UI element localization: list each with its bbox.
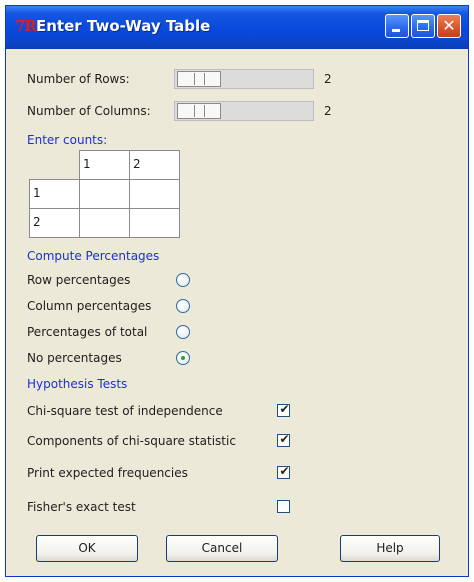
fishers-exact-test-checkbox[interactable] — [277, 500, 290, 513]
percentages-of-total-label: Percentages of total — [27, 325, 148, 339]
row-percentages-label: Row percentages — [27, 273, 131, 287]
count-cell-r1-c1[interactable] — [79, 179, 130, 209]
column-percentages-label: Column percentages — [27, 299, 152, 313]
maximize-icon — [417, 20, 429, 31]
window-title: Enter Two-Way Table — [36, 17, 211, 35]
close-button[interactable]: ✕ — [437, 14, 461, 38]
rows-slider[interactable] — [174, 69, 314, 89]
rows-label: Number of Rows: — [27, 72, 130, 86]
rows-slider-thumb[interactable] — [177, 71, 221, 87]
columns-slider-thumb[interactable] — [177, 103, 221, 119]
expected-frequencies-label: Print expected frequencies — [27, 466, 188, 480]
chi-square-test-label: Chi-square test of independence — [27, 404, 223, 418]
row-header-1[interactable]: 1 — [29, 179, 80, 209]
minimize-icon — [392, 29, 400, 32]
compute-percentages-heading: Compute Percentages — [27, 249, 160, 263]
r-logo-icon: 7R — [15, 17, 37, 35]
fishers-exact-test-label: Fisher's exact test — [27, 500, 136, 514]
no-percentages-radio[interactable] — [176, 351, 190, 365]
no-percentages-label: No percentages — [27, 351, 122, 365]
count-cell-r2-c1[interactable] — [79, 208, 130, 238]
chi-square-test-checkbox[interactable]: ✔ — [277, 402, 290, 417]
minimize-button[interactable] — [385, 14, 409, 38]
maximize-button[interactable] — [411, 14, 435, 38]
enter-counts-heading: Enter counts: — [27, 133, 108, 147]
close-icon: ✕ — [442, 16, 456, 35]
expected-frequencies-checkbox[interactable]: ✔ — [277, 464, 290, 479]
count-cell-r1-c2[interactable] — [129, 179, 180, 209]
row-header-2[interactable]: 2 — [29, 208, 80, 238]
check-icon: ✔ — [279, 464, 290, 478]
columns-value: 2 — [324, 104, 332, 118]
check-icon: ✔ — [279, 432, 290, 446]
chi-square-components-label: Components of chi-square statistic — [27, 434, 236, 448]
chi-square-components-checkbox[interactable]: ✔ — [277, 432, 290, 447]
column-header-2[interactable]: 2 — [129, 150, 180, 180]
hypothesis-tests-heading: Hypothesis Tests — [27, 377, 128, 391]
help-button[interactable]: Help — [340, 535, 440, 562]
column-header-1[interactable]: 1 — [79, 150, 130, 180]
enter-two-way-table-dialog: 7R Enter Two-Way Table ✕ Number of Rows:… — [5, 5, 469, 577]
check-icon: ✔ — [279, 402, 290, 416]
title-bar[interactable]: 7R Enter Two-Way Table ✕ — [6, 6, 468, 49]
ok-button[interactable]: OK — [36, 535, 138, 562]
percentages-of-total-radio[interactable] — [176, 325, 190, 339]
columns-slider[interactable] — [174, 101, 314, 121]
column-percentages-radio[interactable] — [176, 299, 190, 313]
count-cell-r2-c2[interactable] — [129, 208, 180, 238]
row-percentages-radio[interactable] — [176, 273, 190, 287]
columns-label: Number of Columns: — [27, 104, 151, 118]
rows-value: 2 — [324, 72, 332, 86]
radio-selected-dot — [181, 356, 185, 360]
cancel-button[interactable]: Cancel — [166, 535, 278, 562]
